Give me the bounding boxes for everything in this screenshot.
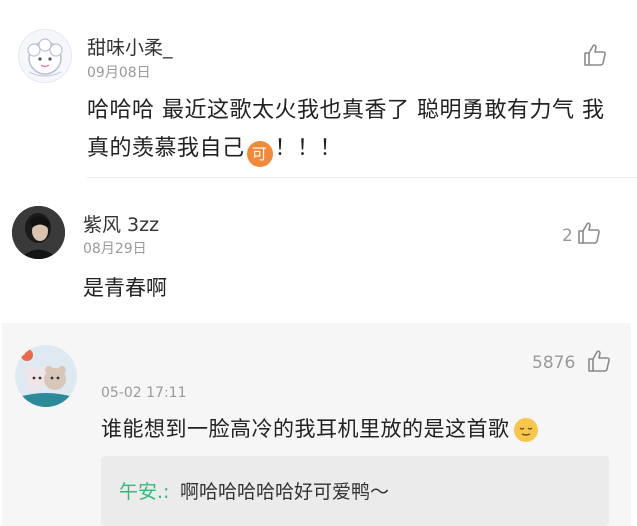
comment-text-main: 谁能想到一脸高冷的我耳机里放的是这首歌	[101, 417, 510, 441]
relieved-face-emoji	[513, 418, 538, 442]
plush-toy-photo-icon	[15, 345, 77, 407]
comment-date: 05-02 17:11	[101, 385, 187, 401]
thumbs-up-icon	[578, 222, 600, 244]
user-photo-icon	[12, 206, 65, 259]
comment-text-main: 哈哈哈 最近这歌太火我也真香了 聪明勇敢有力气 我真的羡慕我自己	[87, 98, 605, 161]
user-photo-avatar[interactable]	[12, 206, 65, 259]
comment-list: 甜味小柔_ 09月08日 哈哈哈 最近这歌太火我也真香了 聪明勇敢有力气 我真的…	[0, 0, 637, 526]
comment-date: 08月29日	[83, 241, 147, 257]
cartoon-sheep-avatar[interactable]	[18, 29, 72, 83]
reply-author[interactable]: 午安.:	[119, 477, 169, 504]
comment-item: 甜味小柔_ 09月08日 哈哈哈 最近这歌太火我也真香了 聪明勇敢有力气 我真的…	[0, 0, 637, 185]
comment-item: 紫风 3zz 08月29日 2 是青春啊	[0, 186, 637, 323]
reply-preview[interactable]: 午安.: 啊哈哈哈哈哈好可爱鸭～	[101, 456, 609, 526]
thumbs-up-icon	[588, 350, 610, 372]
comment-item-highlighted: 5876 05-02 17:11 谁能想到一脸高冷的我耳机里放的是这首歌 午安.…	[2, 323, 631, 526]
like-button[interactable]	[582, 42, 608, 68]
username[interactable]: 紫风 3zz	[83, 210, 159, 237]
username[interactable]: 甜味小柔_	[87, 33, 173, 60]
reply-text: 啊哈哈哈哈哈好可爱鸭～	[180, 481, 390, 503]
like-button[interactable]	[586, 348, 612, 374]
divider	[87, 177, 637, 178]
thumbs-up-icon	[584, 44, 606, 66]
like-count: 2	[562, 226, 573, 246]
comment-text: 哈哈哈 最近这歌太火我也真香了 聪明勇敢有力气 我真的羡慕我自己可！！！	[87, 92, 607, 168]
ke-emoji: 可	[246, 141, 273, 167]
comment-text: 是青春啊	[83, 276, 167, 300]
comment-text-tail: ！！！	[274, 136, 343, 161]
comment-text: 谁能想到一脸高冷的我耳机里放的是这首歌	[101, 413, 538, 443]
relieved-face-icon	[514, 419, 537, 441]
like-button[interactable]	[576, 220, 602, 246]
cartoon-sheep-icon	[27, 38, 63, 77]
like-count: 5876	[532, 353, 576, 373]
comment-date: 09月08日	[87, 65, 151, 81]
plush-toy-avatar[interactable]	[15, 345, 77, 407]
